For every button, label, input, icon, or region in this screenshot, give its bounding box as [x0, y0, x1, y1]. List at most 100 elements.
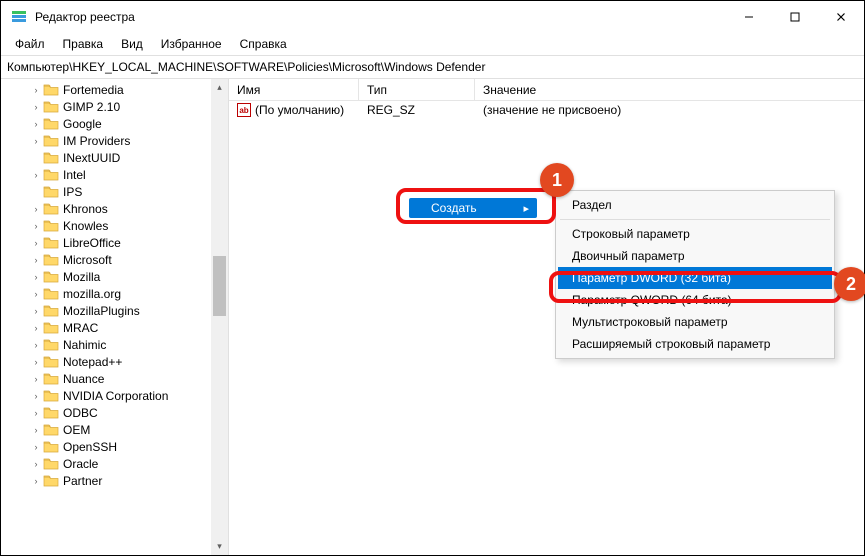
tree-item[interactable]: ›Nuance	[1, 370, 228, 387]
folder-icon	[43, 270, 59, 284]
value-type: REG_SZ	[359, 101, 475, 119]
tree-item[interactable]: ›NVIDIA Corporation	[1, 387, 228, 404]
tree-item-label: OpenSSH	[63, 440, 117, 454]
tree-item[interactable]: › Google	[1, 115, 228, 132]
tree-item[interactable]: › Nahimic	[1, 336, 228, 353]
tree-item[interactable]: ›Notepad++	[1, 353, 228, 370]
chevron-right-icon[interactable]: ›	[31, 119, 41, 129]
chevron-right-icon[interactable]: ›	[31, 374, 41, 384]
chevron-right-icon[interactable]: ›	[31, 306, 41, 316]
submenu-string[interactable]: Строковый параметр	[558, 223, 832, 245]
folder-icon	[43, 236, 59, 250]
tree-item[interactable]: › MozillaPlugins	[1, 302, 228, 319]
chevron-right-icon[interactable]: ›	[31, 476, 41, 486]
column-type[interactable]: Тип	[359, 79, 475, 100]
tree-panel: › Fortemedia › GIMP 2.10 › Google›IM Provider…	[1, 79, 229, 555]
tree-item[interactable]: ›IM Providers	[1, 132, 228, 149]
tree-item[interactable]: IPS	[1, 183, 228, 200]
folder-icon	[43, 321, 59, 335]
chevron-right-icon[interactable]: ›	[31, 238, 41, 248]
chevron-right-icon[interactable]: ›	[31, 221, 41, 231]
folder-icon	[43, 372, 59, 386]
list-row-default[interactable]: ab (По умолчанию) REG_SZ (значение не пр…	[229, 101, 864, 119]
column-value[interactable]: Значение	[475, 79, 864, 100]
folder-icon	[43, 185, 59, 199]
chevron-right-icon[interactable]: ›	[31, 85, 41, 95]
menu-file[interactable]: Файл	[7, 35, 53, 53]
submenu-binary[interactable]: Двоичный параметр	[558, 245, 832, 267]
tree-item-label: MRAC	[63, 321, 98, 335]
chevron-right-icon[interactable]: ›	[31, 357, 41, 367]
chevron-right-icon[interactable]: ›	[31, 425, 41, 435]
folder-icon	[43, 423, 59, 437]
tree-item-label: Nahimic	[63, 338, 106, 352]
chevron-right-icon[interactable]: ›	[31, 391, 41, 401]
context-menu-create[interactable]: Создать	[409, 198, 537, 218]
submenu-multi[interactable]: Мультистроковый параметр	[558, 311, 832, 333]
chevron-right-icon[interactable]: ›	[31, 289, 41, 299]
chevron-right-icon[interactable]: ›	[31, 408, 41, 418]
menu-favorites[interactable]: Избранное	[153, 35, 230, 53]
chevron-right-icon[interactable]: ›	[31, 170, 41, 180]
menubar: Файл Правка Вид Избранное Справка	[1, 33, 864, 55]
folder-icon	[43, 304, 59, 318]
address-bar[interactable]: Компьютер\HKEY_LOCAL_MACHINE\SOFTWARE\Po…	[1, 55, 864, 79]
minimize-button[interactable]	[726, 1, 772, 33]
tree-item[interactable]: INextUUID	[1, 149, 228, 166]
tree-item[interactable]: › ODBC	[1, 404, 228, 421]
menu-view[interactable]: Вид	[113, 35, 151, 53]
tree-item[interactable]: ›Partner	[1, 472, 228, 489]
tree-item[interactable]: ›Mozilla	[1, 268, 228, 285]
tree-item[interactable]: › OpenSSH	[1, 438, 228, 455]
tree-item-label: Google	[63, 117, 102, 131]
window-title: Редактор реестра	[35, 10, 135, 24]
tree-item-label: Intel	[63, 168, 86, 182]
chevron-right-icon[interactable]: ›	[31, 442, 41, 452]
chevron-right-icon[interactable]: ›	[31, 323, 41, 333]
submenu-expand[interactable]: Расширяемый строковый параметр	[558, 333, 832, 355]
folder-icon	[43, 457, 59, 471]
submenu-qword[interactable]: Параметр QWORD (64 бита)	[558, 289, 832, 311]
tree-item[interactable]: › Intel	[1, 166, 228, 183]
tree-item-label: ODBC	[63, 406, 98, 420]
tree-item[interactable]: › Microsoft	[1, 251, 228, 268]
menu-help[interactable]: Справка	[232, 35, 295, 53]
tree-item[interactable]: ›LibreOffice	[1, 234, 228, 251]
chevron-right-icon[interactable]: ›	[31, 272, 41, 282]
tree-item-label: INextUUID	[63, 151, 120, 165]
scroll-down-icon[interactable]: ▾	[211, 538, 228, 555]
submenu-section[interactable]: Раздел	[558, 194, 832, 216]
tree-item[interactable]: › MRAC	[1, 319, 228, 336]
annotation-badge-1: 1	[540, 163, 574, 197]
maximize-button[interactable]	[772, 1, 818, 33]
column-name[interactable]: Имя	[229, 79, 359, 100]
tree-item[interactable]: › GIMP 2.10	[1, 98, 228, 115]
submenu-dword[interactable]: Параметр DWORD (32 бита)	[558, 267, 832, 289]
chevron-right-icon[interactable]: ›	[31, 136, 41, 146]
folder-icon	[43, 440, 59, 454]
tree-item-label: Fortemedia	[63, 83, 124, 97]
tree-item[interactable]: › Fortemedia	[1, 81, 228, 98]
chevron-right-icon[interactable]: ›	[31, 459, 41, 469]
tree-item[interactable]: ›Oracle	[1, 455, 228, 472]
chevron-right-icon[interactable]: ›	[31, 102, 41, 112]
folder-icon	[43, 474, 59, 488]
tree-item[interactable]: ›mozilla.org	[1, 285, 228, 302]
menu-edit[interactable]: Правка	[55, 35, 112, 53]
scroll-up-icon[interactable]: ▴	[211, 79, 228, 96]
tree-item[interactable]: ›Knowles	[1, 217, 228, 234]
tree-item-label: MozillaPlugins	[63, 304, 140, 318]
window-controls	[726, 1, 864, 33]
chevron-right-icon[interactable]: ›	[31, 255, 41, 265]
chevron-right-icon[interactable]: ›	[31, 340, 41, 350]
tree-item-label: GIMP 2.10	[63, 100, 120, 114]
value-data: (значение не присвоено)	[475, 101, 864, 119]
tree-item[interactable]: ›Khronos	[1, 200, 228, 217]
tree-scrollbar[interactable]: ▴ ▾	[211, 79, 228, 555]
folder-icon	[43, 168, 59, 182]
close-button[interactable]	[818, 1, 864, 33]
chevron-right-icon[interactable]: ›	[31, 204, 41, 214]
tree-item-label: Microsoft	[63, 253, 112, 267]
tree-item[interactable]: ›OEM	[1, 421, 228, 438]
annotation-badge-2: 2	[834, 267, 865, 301]
